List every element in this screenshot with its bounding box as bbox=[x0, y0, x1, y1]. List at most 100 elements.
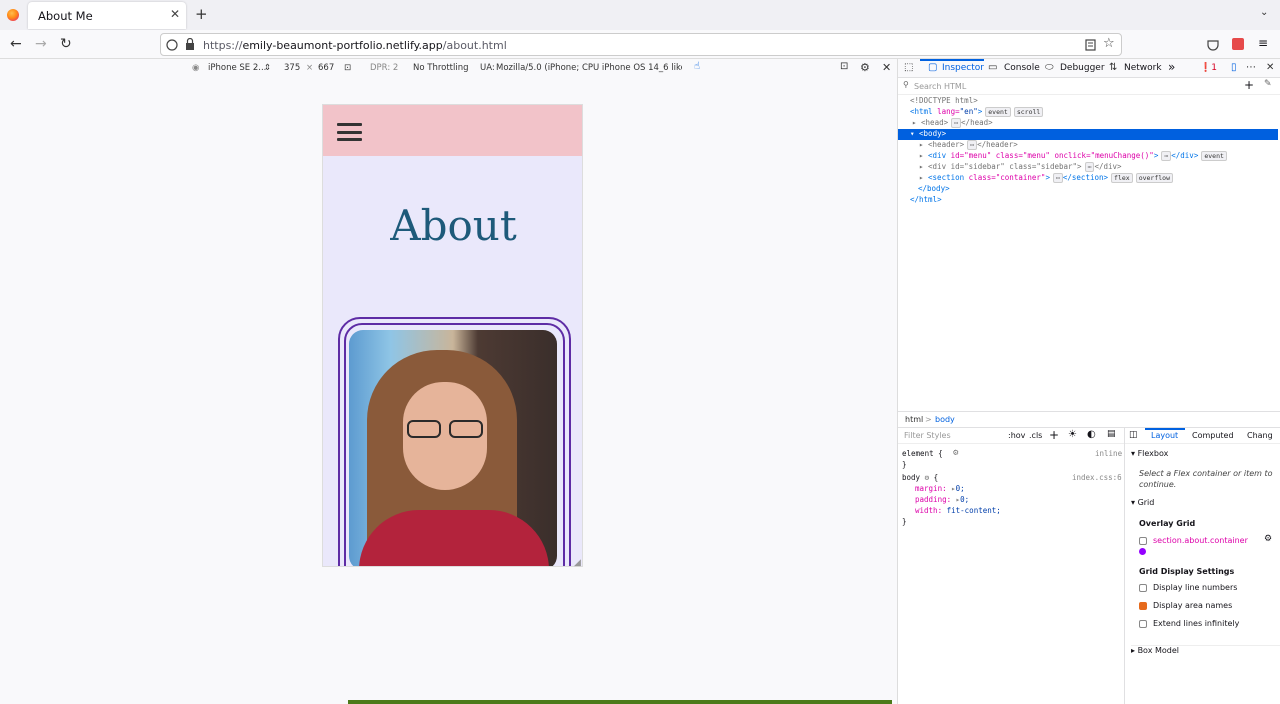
sidebar-toggle-icon[interactable]: ◫ bbox=[1129, 430, 1138, 440]
decl-padding[interactable]: padding: ▸0; bbox=[915, 495, 969, 504]
tabs-menu-chevron-icon[interactable]: ⌄ bbox=[1260, 7, 1268, 18]
photo-shirt bbox=[359, 510, 549, 566]
element-rule-selector: element { bbox=[902, 449, 943, 458]
photo-glasses bbox=[405, 420, 487, 438]
dimension-separator: × bbox=[306, 63, 314, 73]
devtools-toolbar: ⬚ ▢ Inspector ▭ Console ⬭ Debugger ⇅ Net… bbox=[898, 59, 1280, 78]
profile-photo bbox=[349, 330, 557, 566]
back-button[interactable]: ← bbox=[10, 36, 22, 52]
add-node-icon[interactable]: + bbox=[1244, 78, 1254, 92]
tab-inspector[interactable]: Inspector bbox=[942, 63, 984, 73]
tab-layout[interactable]: Layout bbox=[1151, 431, 1178, 440]
dpr-selector[interactable]: DPR: 2 bbox=[370, 63, 398, 73]
settings-gear-icon[interactable]: ⚙ bbox=[860, 61, 870, 74]
pocket-icon[interactable] bbox=[1207, 39, 1219, 51]
tab-computed[interactable]: Computed bbox=[1192, 431, 1234, 440]
markup-body-node-selected[interactable]: ▾ <body> bbox=[898, 129, 1278, 140]
dark-theme-icon[interactable]: ◐ bbox=[1087, 429, 1096, 440]
grid-color-swatch[interactable] bbox=[1139, 548, 1146, 555]
area-names-checkbox[interactable] bbox=[1139, 601, 1147, 610]
horizontal-scrollbar[interactable] bbox=[348, 700, 892, 704]
url-text[interactable]: https://emily-beaumont-portfolio.netlify… bbox=[203, 39, 507, 52]
grid-item-gear-icon[interactable]: ⚙ bbox=[1264, 534, 1272, 544]
throttling-selector[interactable]: No Throttling bbox=[413, 63, 469, 73]
devtools-panel: ⬚ ▢ Inspector ▭ Console ⬭ Debugger ⇅ Net… bbox=[897, 59, 1280, 704]
filter-styles-input[interactable]: Filter Styles bbox=[904, 431, 951, 440]
device-selector[interactable]: iPhone SE 2... bbox=[208, 63, 266, 73]
element-picker-icon[interactable]: ⬚ bbox=[904, 62, 913, 73]
element-rule-gear-icon[interactable]: ⚙ bbox=[953, 448, 958, 458]
hov-toggle[interactable]: :hov bbox=[1008, 431, 1025, 440]
element-rule-source[interactable]: inline bbox=[1095, 449, 1122, 458]
reload-button[interactable]: ↻ bbox=[60, 36, 72, 52]
viewport-width-input[interactable]: 375 bbox=[284, 63, 300, 73]
grid-item-checkbox[interactable] bbox=[1139, 536, 1147, 545]
option-extend-lines[interactable]: Extend lines infinitely bbox=[1139, 619, 1239, 628]
search-html-box[interactable]: ⚲ Search HTML + ✎ bbox=[898, 78, 1280, 95]
add-rule-icon[interactable]: + bbox=[1049, 428, 1059, 442]
markup-section-node[interactable]: ▸ <section class="container"> ⋯ </section>… bbox=[919, 173, 1173, 184]
print-media-icon[interactable]: ▤ bbox=[1107, 429, 1116, 439]
option-display-line-numbers[interactable]: Display line numbers bbox=[1139, 583, 1237, 592]
devtools-menu-icon[interactable]: ⋯ bbox=[1246, 62, 1256, 73]
grid-item-row[interactable]: section.about.container bbox=[1139, 536, 1248, 545]
flexbox-header[interactable]: ▾ Flexbox bbox=[1131, 449, 1168, 458]
device-selector-chevron-icon[interactable]: ⇕ bbox=[264, 63, 271, 73]
decl-margin[interactable]: margin: ▸0; bbox=[915, 484, 965, 493]
error-count-badge[interactable]: ❗1 bbox=[1200, 63, 1217, 73]
debugger-icon: ⬭ bbox=[1045, 62, 1054, 73]
markup-header-node[interactable]: ▸ <header> ⋯ </header> bbox=[919, 140, 1018, 151]
tab-console[interactable]: Console bbox=[1004, 63, 1040, 73]
breadcrumb-body[interactable]: body bbox=[935, 415, 955, 424]
tab-network[interactable]: Network bbox=[1124, 63, 1162, 73]
site-info-icon[interactable] bbox=[166, 39, 178, 51]
markup-sidebar-div-node[interactable]: ▸ <div id="sidebar" class="sidebar"> ⋯ </d… bbox=[919, 162, 1122, 173]
tab-changes[interactable]: Chang bbox=[1247, 431, 1273, 440]
option-display-area-names[interactable]: Display area names bbox=[1139, 601, 1232, 610]
close-devtools-icon[interactable]: ✕ bbox=[1266, 62, 1274, 73]
reader-view-icon[interactable] bbox=[1085, 39, 1096, 51]
box-model-header[interactable]: ▸ Box Model bbox=[1131, 645, 1280, 655]
touch-simulation-icon[interactable]: ☝ bbox=[694, 61, 700, 72]
navigation-toolbar: ← → ↻ https://emily-beaumont-portfolio.n… bbox=[0, 30, 1280, 59]
light-theme-icon[interactable]: ☀ bbox=[1068, 429, 1077, 440]
viewport-height-input[interactable]: 667 bbox=[318, 63, 334, 73]
extension-icon[interactable] bbox=[1232, 38, 1244, 50]
responsive-mode-icon[interactable]: ▯ bbox=[1231, 62, 1237, 73]
markup-doctype[interactable]: <!DOCTYPE html> bbox=[910, 96, 978, 107]
viewport-resize-handle[interactable]: ◢ bbox=[574, 558, 581, 568]
event-badge[interactable]: event bbox=[985, 107, 1011, 117]
markup-html-node[interactable]: <html lang="en"> event scroll bbox=[910, 107, 1044, 118]
body-rule-source[interactable]: index.css:6 bbox=[1072, 473, 1122, 482]
rotate-viewport-icon[interactable]: ⊡ bbox=[344, 63, 351, 73]
extend-lines-checkbox[interactable] bbox=[1139, 619, 1147, 628]
markup-body-close: </body> bbox=[918, 184, 950, 193]
browser-tab[interactable]: About Me ✕ bbox=[28, 2, 186, 29]
close-rdm-icon[interactable]: ✕ bbox=[882, 61, 891, 74]
eyedropper-icon[interactable]: ✎ bbox=[1264, 79, 1272, 89]
new-tab-button[interactable]: + bbox=[195, 5, 208, 23]
tab-debugger[interactable]: Debugger bbox=[1060, 63, 1105, 73]
responsive-design-toolbar: ◉ iPhone SE 2... ⇕ 375 × 667 ⊡ DPR: 2 No… bbox=[0, 59, 897, 78]
markup-head-node[interactable]: ▸ <head> ⋯ </head> bbox=[912, 118, 993, 129]
more-tabs-icon[interactable]: » bbox=[1168, 60, 1175, 74]
overlay-grid-label: Overlay Grid bbox=[1139, 519, 1196, 528]
scroll-badge[interactable]: scroll bbox=[1013, 107, 1044, 117]
tab-close-icon[interactable]: ✕ bbox=[170, 7, 180, 21]
url-bar[interactable]: https://emily-beaumont-portfolio.netlify… bbox=[160, 33, 1122, 56]
bookmark-star-icon[interactable]: ☆ bbox=[1103, 36, 1115, 51]
forward-button[interactable]: → bbox=[35, 36, 47, 52]
user-agent-input[interactable]: Mozilla/5.0 (iPhone; CPU iPhone OS 14_6 … bbox=[496, 63, 682, 73]
search-html-placeholder: Search HTML bbox=[914, 82, 967, 91]
app-menu-icon[interactable]: ≡ bbox=[1258, 36, 1268, 50]
line-numbers-checkbox[interactable] bbox=[1139, 583, 1147, 592]
screenshot-icon[interactable]: ⊡ bbox=[840, 61, 848, 72]
markup-menu-div-node[interactable]: ▸ <div id="menu" class="menu" onclick="m… bbox=[919, 151, 1227, 162]
decl-width[interactable]: width: fit-content; bbox=[915, 506, 1001, 515]
hamburger-menu-icon[interactable] bbox=[337, 123, 362, 141]
selected-tab-indicator bbox=[920, 59, 984, 61]
breadcrumb-html[interactable]: html bbox=[905, 415, 923, 424]
sidebar-tabs: ◫ Layout Computed Chang bbox=[1125, 428, 1280, 444]
cls-toggle[interactable]: .cls bbox=[1029, 431, 1042, 440]
grid-header[interactable]: ▾ Grid bbox=[1131, 498, 1154, 507]
